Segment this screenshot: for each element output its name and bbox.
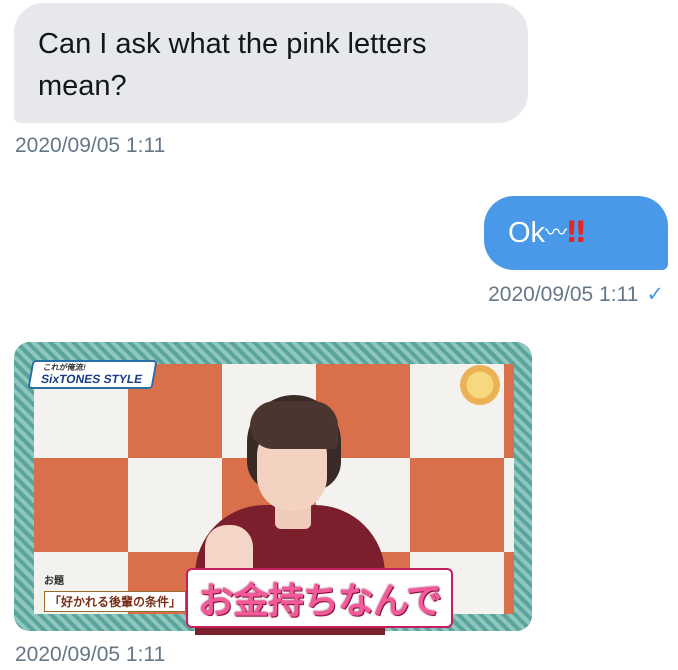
outgoing-message-meta: 2020/09/05 1:11 ✓ xyxy=(488,282,664,307)
pink-caption-text: お金持ちなんで xyxy=(186,568,454,628)
outgoing-message-timestamp: 2020/09/05 1:11 xyxy=(488,283,639,306)
wavy-dash-emoji: 〰 xyxy=(545,221,568,246)
checkmark-icon: ✓ xyxy=(646,283,664,306)
outgoing-message-bubble[interactable]: Ok〰‼ xyxy=(484,196,668,270)
topic-caption-label: お題 xyxy=(44,576,64,587)
image-message-timestamp: 2020/09/05 1:11 xyxy=(15,643,166,666)
show-title-label: これが俺流! SixTONES STYLE xyxy=(27,360,158,389)
topic-caption-text: 「好かれる後輩の条件」 xyxy=(44,591,187,612)
incoming-message-text: Can I ask what the pink letters mean? xyxy=(38,28,427,102)
person-fringe xyxy=(250,401,338,449)
outgoing-message-text: Ok xyxy=(508,217,546,249)
show-title-text: SixTONES STYLE xyxy=(39,372,144,386)
incoming-message-bubble[interactable]: Can I ask what the pink letters mean? xyxy=(14,3,528,123)
incoming-message-timestamp: 2020/09/05 1:11 xyxy=(15,134,166,157)
double-exclamation-emoji: ‼ xyxy=(567,215,585,249)
dm-conversation: Can I ask what the pink letters mean? 20… xyxy=(0,0,678,670)
topic-caption: お題 「好かれる後輩の条件」 xyxy=(44,572,187,620)
show-logo-icon xyxy=(444,360,516,410)
show-title-prefix: これが俺流! xyxy=(42,363,87,372)
